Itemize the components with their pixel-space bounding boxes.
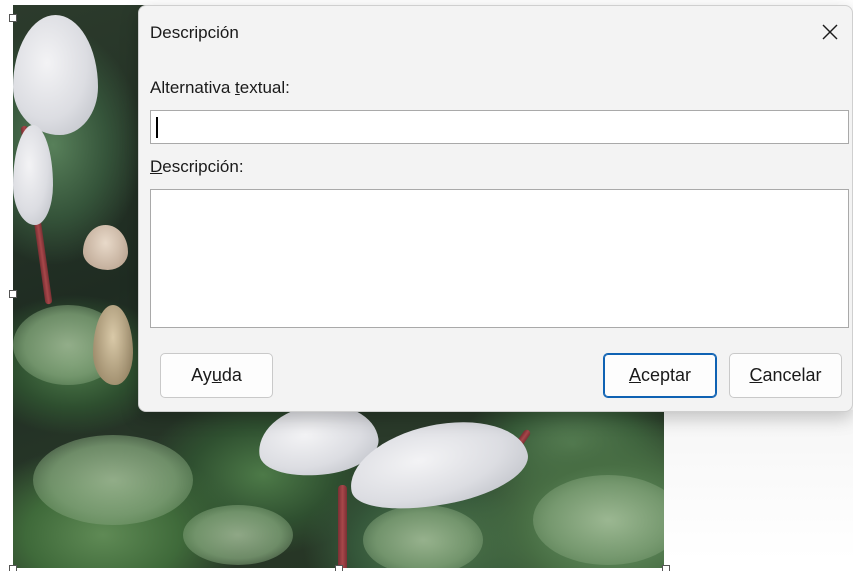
leaf-highlight — [533, 475, 664, 565]
resize-handle-middle-left[interactable] — [9, 290, 17, 298]
close-icon — [822, 24, 838, 40]
document-canvas: Descripción Alternativa textual: Descrip… — [0, 0, 853, 571]
description-label: Descripción: — [150, 157, 244, 176]
help-button[interactable]: Ay u da — [160, 353, 273, 398]
alt-text-input[interactable] — [150, 110, 849, 144]
text-caret — [156, 117, 158, 138]
flower-bud — [83, 225, 128, 270]
flower-petal — [13, 15, 98, 135]
flower-bud — [93, 305, 133, 385]
flower-stem — [338, 485, 347, 568]
resize-handle-top-left[interactable] — [9, 14, 17, 22]
dialog-titlebar[interactable]: Descripción — [139, 6, 852, 58]
page-shadow — [664, 410, 853, 560]
resize-handle-bottom-center[interactable] — [335, 565, 343, 571]
dialog-title: Descripción — [150, 23, 239, 42]
close-button[interactable] — [814, 16, 846, 48]
description-dialog: Descripción Alternativa textual: Descrip… — [138, 5, 853, 412]
ok-button[interactable]: Aceptar — [603, 353, 717, 398]
cancel-button[interactable]: Cancelar — [729, 353, 842, 398]
leaf-highlight — [33, 435, 193, 525]
description-textarea[interactable] — [150, 189, 849, 328]
resize-handle-bottom-right[interactable] — [662, 565, 670, 571]
leaf-highlight — [363, 505, 483, 568]
alt-text-label: Alternativa textual: — [150, 78, 290, 97]
flower-petal — [13, 125, 53, 225]
resize-handle-bottom-left[interactable] — [9, 565, 17, 571]
leaf-highlight — [183, 505, 293, 565]
